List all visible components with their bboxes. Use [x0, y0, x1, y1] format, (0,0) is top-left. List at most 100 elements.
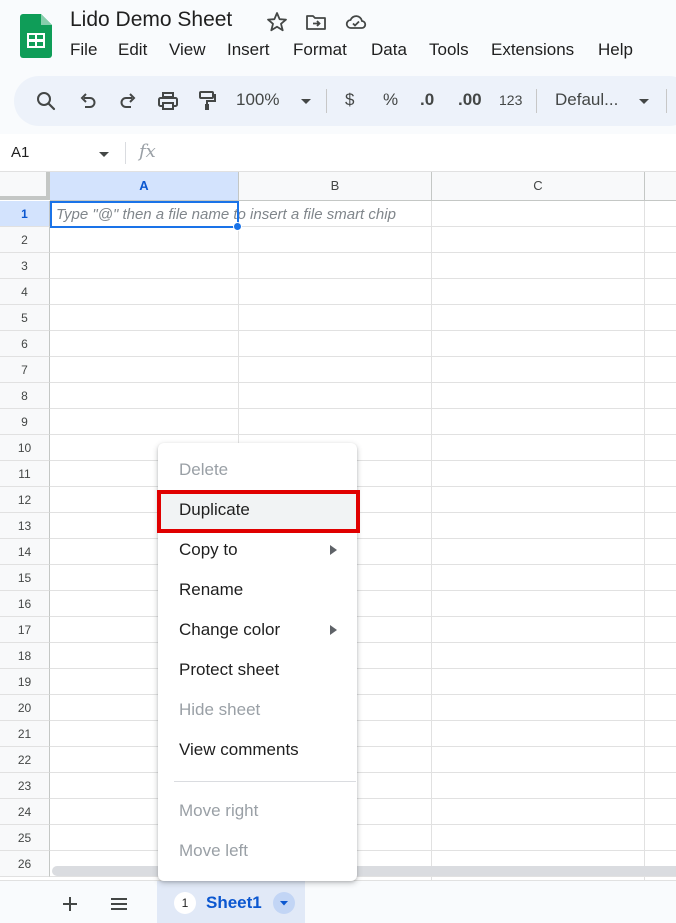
more-formats-button[interactable]: 123 — [499, 92, 522, 108]
sheet-tab-label: Sheet1 — [206, 893, 262, 912]
star-icon[interactable] — [265, 10, 289, 34]
menu-file[interactable]: File — [70, 40, 97, 60]
cloud-saved-icon[interactable] — [344, 10, 368, 34]
menu-view[interactable]: View — [169, 40, 206, 60]
menu-item-change-color[interactable]: Change color — [158, 611, 357, 651]
grid-line — [431, 201, 432, 880]
sheet-index-badge: 1 — [174, 892, 196, 914]
toolbar: 100% $ % .0 .00 123 Defaul... — [14, 76, 676, 126]
select-all-corner[interactable] — [0, 172, 50, 200]
redo-icon[interactable] — [116, 89, 140, 113]
font-dropdown-icon[interactable] — [632, 89, 656, 113]
row-header-15[interactable]: 15 — [0, 565, 50, 591]
toolbar-divider — [536, 89, 537, 113]
name-box-dropdown-icon[interactable] — [96, 146, 112, 162]
search-icon[interactable] — [34, 89, 58, 113]
menu-format[interactable]: Format — [293, 40, 347, 60]
title-bar: Lido Demo Sheet File Edit View Insert Fo… — [0, 0, 676, 72]
column-header-a[interactable]: A — [50, 172, 239, 201]
row-header-9[interactable]: 9 — [0, 409, 50, 435]
sheet-tab-sheet1[interactable]: 1 Sheet1 — [157, 881, 305, 923]
row-header-5[interactable]: 5 — [0, 305, 50, 331]
document-title[interactable]: Lido Demo Sheet — [70, 8, 232, 32]
horizontal-scrollbar[interactable] — [52, 866, 676, 876]
currency-format-button[interactable]: $ — [345, 90, 354, 110]
print-icon[interactable] — [156, 89, 180, 113]
row-header-20[interactable]: 20 — [0, 695, 50, 721]
zoom-select[interactable]: 100% — [236, 90, 279, 110]
column-header-b[interactable]: B — [239, 172, 432, 201]
formula-bar: A1 fx — [0, 134, 676, 172]
decrease-decimal-button[interactable]: .0 — [420, 90, 434, 110]
grid-line — [50, 356, 676, 357]
row-header-17[interactable]: 17 — [0, 617, 50, 643]
menu-item-rename[interactable]: Rename — [158, 571, 357, 611]
menu-insert[interactable]: Insert — [227, 40, 270, 60]
row-header-21[interactable]: 21 — [0, 721, 50, 747]
selected-cell-a1[interactable] — [50, 201, 239, 228]
row-header-1[interactable]: 1 — [0, 201, 50, 227]
menu-item-move-left[interactable]: Move left — [158, 832, 357, 872]
menu-item-label: Delete — [179, 460, 229, 479]
duplicate-highlight-box — [157, 490, 360, 533]
grid-line — [50, 330, 676, 331]
menu-item-copy-to[interactable]: Copy to — [158, 531, 357, 571]
row-header-13[interactable]: 13 — [0, 513, 50, 539]
menu-item-view-comments[interactable]: View comments — [158, 731, 357, 771]
row-header-19[interactable]: 19 — [0, 669, 50, 695]
undo-icon[interactable] — [76, 89, 100, 113]
grid-line — [50, 798, 676, 799]
row-header-16[interactable]: 16 — [0, 591, 50, 617]
row-header-25[interactable]: 25 — [0, 825, 50, 851]
row-header-7[interactable]: 7 — [0, 357, 50, 383]
row-header-22[interactable]: 22 — [0, 747, 50, 773]
row-header-24[interactable]: 24 — [0, 799, 50, 825]
menu-extensions[interactable]: Extensions — [491, 40, 574, 60]
sheets-logo-icon[interactable] — [20, 14, 52, 58]
move-to-folder-icon[interactable] — [304, 10, 328, 34]
row-header-11[interactable]: 11 — [0, 461, 50, 487]
font-select[interactable]: Defaul... — [555, 90, 618, 110]
grid-line — [50, 564, 676, 565]
row-header-8[interactable]: 8 — [0, 383, 50, 409]
row-header-14[interactable]: 14 — [0, 539, 50, 565]
row-header-12[interactable]: 12 — [0, 487, 50, 513]
menu-item-move-right[interactable]: Move right — [158, 792, 357, 832]
paint-format-icon[interactable] — [195, 89, 219, 113]
menu-edit[interactable]: Edit — [118, 40, 147, 60]
grid-line — [50, 694, 676, 695]
row-header-4[interactable]: 4 — [0, 279, 50, 305]
grid-line — [50, 408, 676, 409]
menu-item-label: Change color — [179, 620, 281, 639]
column-header-c[interactable]: C — [432, 172, 645, 201]
row-header-18[interactable]: 18 — [0, 643, 50, 669]
grid-line — [50, 460, 676, 461]
menu-item-protect-sheet[interactable]: Protect sheet — [158, 651, 357, 691]
row-header-2[interactable]: 2 — [0, 227, 50, 253]
zoom-dropdown-icon[interactable] — [294, 89, 318, 113]
fill-handle[interactable] — [233, 222, 242, 231]
percent-format-button[interactable]: % — [383, 90, 398, 110]
column-header-d[interactable] — [645, 172, 676, 201]
increase-decimal-button[interactable]: .00 — [458, 90, 482, 110]
row-header-3[interactable]: 3 — [0, 253, 50, 279]
menu-item-delete[interactable]: Delete — [158, 451, 357, 491]
all-sheets-menu-icon[interactable] — [108, 893, 130, 915]
add-sheet-icon[interactable] — [59, 893, 81, 915]
row-header-10[interactable]: 10 — [0, 435, 50, 461]
grid-line — [50, 616, 676, 617]
grid-line — [50, 668, 676, 669]
row-header-26[interactable]: 26 — [0, 851, 50, 877]
name-box[interactable]: A1 — [11, 144, 29, 161]
menu-item-hide-sheet[interactable]: Hide sheet — [158, 691, 357, 731]
menu-item-label: Rename — [179, 580, 244, 599]
menu-help[interactable]: Help — [598, 40, 633, 60]
sheet-tabs-bar: 1 Sheet1 — [0, 880, 676, 923]
menu-tools[interactable]: Tools — [429, 40, 469, 60]
row-header-6[interactable]: 6 — [0, 331, 50, 357]
grid-line — [50, 434, 676, 435]
submenu-arrow-icon — [330, 545, 337, 555]
menu-data[interactable]: Data — [371, 40, 407, 60]
row-header-23[interactable]: 23 — [0, 773, 50, 799]
sheet-tab-dropdown-button[interactable] — [273, 892, 295, 914]
